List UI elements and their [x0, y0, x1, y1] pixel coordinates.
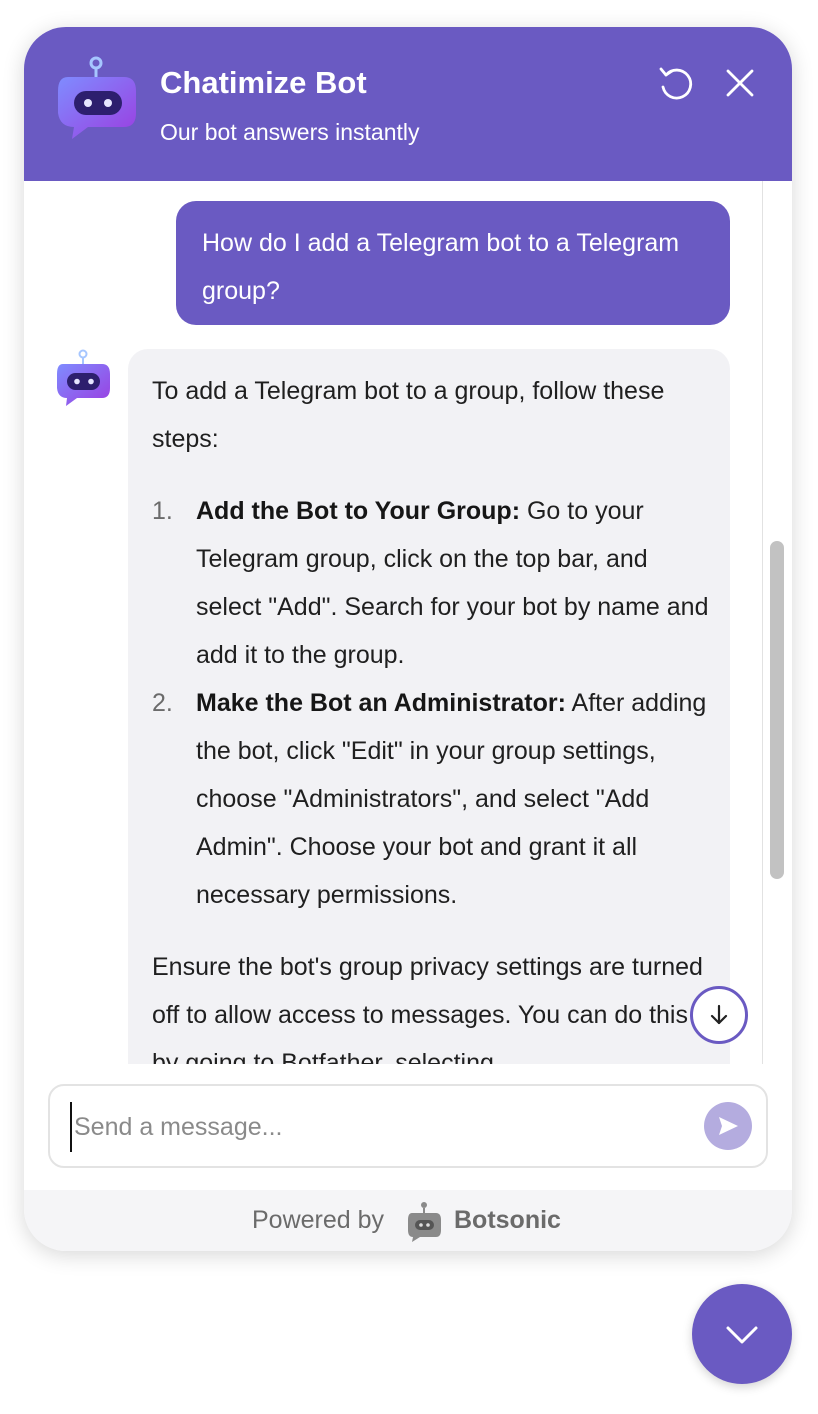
step-title: Add the Bot to Your Group:	[196, 497, 521, 525]
chat-header: Chatimize Bot Our bot answers instantly	[24, 27, 792, 181]
bot-logo-icon	[58, 56, 136, 139]
composer	[24, 1064, 792, 1190]
chat-widget: Chatimize Bot Our bot answers instantly …	[24, 27, 792, 1251]
header-title: Chatimize Bot	[160, 65, 367, 100]
message-input[interactable]	[70, 1102, 676, 1152]
send-button[interactable]	[704, 1102, 752, 1150]
botsonic-logo-icon	[408, 1202, 441, 1242]
steps-list: 1. Add the Bot to Your Group: Go to your…	[152, 487, 710, 919]
scrollbar-track	[762, 181, 763, 1064]
step-number: 1.	[152, 497, 173, 525]
step-number: 2.	[152, 689, 173, 717]
bot-message-bubble: To add a Telegram bot to a group, follow…	[128, 349, 730, 1064]
bot-message-outro: Ensure the bot's group privacy settings …	[152, 953, 703, 1064]
scroll-to-bottom-button[interactable]	[690, 986, 748, 1044]
list-item: 1. Add the Bot to Your Group: Go to your…	[152, 487, 710, 679]
refresh-button[interactable]	[656, 63, 696, 103]
refresh-icon	[659, 67, 693, 100]
message-list[interactable]: How do I add a Telegram bot to a Telegra…	[24, 181, 792, 1064]
send-icon	[719, 1117, 738, 1135]
close-button[interactable]	[720, 63, 760, 103]
powered-by-label: Powered by	[252, 1206, 385, 1234]
message-input-box	[48, 1084, 768, 1168]
list-item: 2. Make the Bot an Administrator: After …	[152, 679, 710, 919]
chevron-down-icon	[726, 1326, 758, 1344]
scrollbar-thumb[interactable]	[770, 541, 784, 879]
header-subtitle: Our bot answers instantly	[160, 119, 420, 145]
step-title: Make the Bot an Administrator:	[196, 689, 566, 717]
brand-name: Botsonic	[454, 1206, 561, 1234]
launcher-button[interactable]	[692, 1284, 792, 1384]
bot-message-intro: To add a Telegram bot to a group, follow…	[152, 377, 665, 453]
step-text: After adding the bot, click "Edit" in yo…	[196, 689, 707, 909]
arrow-down-icon	[710, 1004, 728, 1025]
close-icon	[726, 69, 754, 97]
user-message-bubble: How do I add a Telegram bot to a Telegra…	[176, 201, 730, 325]
bot-avatar-icon	[57, 349, 110, 406]
footer: Powered by Botsonic	[24, 1190, 792, 1251]
